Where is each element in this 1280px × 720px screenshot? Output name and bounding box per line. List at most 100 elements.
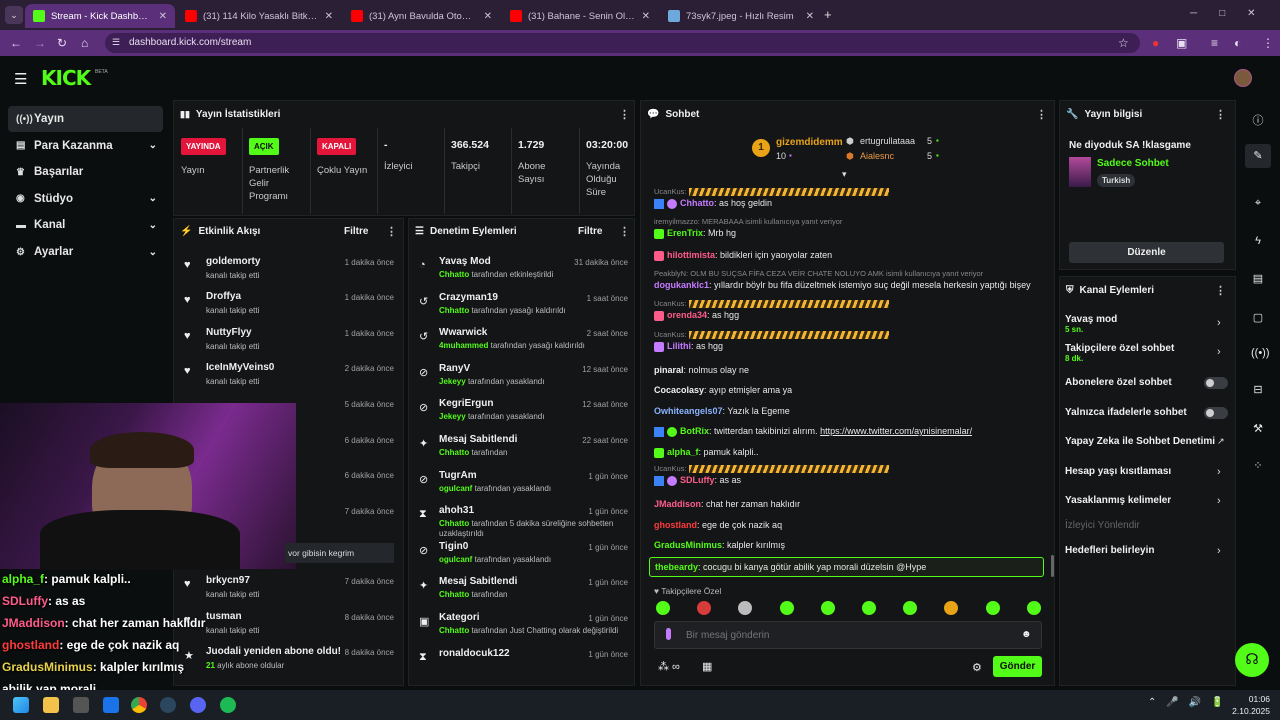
activity-user[interactable]: Juodali yeniden abone oldu! — [206, 646, 341, 657]
apps-icon[interactable]: ⁘ — [1251, 459, 1265, 473]
file-explorer-icon[interactable] — [43, 697, 59, 713]
tab-close-icon[interactable]: ✕ — [153, 11, 167, 22]
browser-tab[interactable]: 73syk7.jpeg - Hızlı Resim ✕ — [660, 4, 822, 28]
chat-username[interactable]: SDLuffy — [680, 475, 715, 485]
chat-message[interactable]: Cocacolasy: ayıp etmişler ama ya — [654, 385, 792, 395]
pinned-message[interactable]: thebeardy: cocugu bi kanya götür abilik … — [649, 557, 1044, 577]
third-gifter-name[interactable]: Aialesnc — [860, 151, 894, 161]
url-field[interactable]: dashboard.kick.com/stream — [105, 33, 1140, 53]
moderation-target[interactable]: Crazyman19 — [439, 292, 498, 303]
send-button[interactable]: Gönder — [993, 656, 1042, 677]
moderator-name[interactable]: Chhatto — [439, 270, 469, 279]
chat-username[interactable]: GradusMinimus — [654, 540, 722, 550]
tab-close-icon[interactable]: ✕ — [319, 11, 333, 22]
outlook-icon[interactable] — [103, 697, 119, 713]
moderator-name[interactable]: ogulcanf — [439, 484, 472, 493]
chat-message[interactable]: Owhiteangels07: Yazık la Egeme — [654, 406, 790, 416]
moderation-target[interactable]: RanyV — [439, 363, 470, 374]
browser-tab[interactable]: (31) Bahane - Senin Olasım Var✕ — [502, 4, 658, 28]
chevron-down-icon[interactable]: ⌄ — [149, 220, 157, 231]
steam-icon[interactable] — [160, 697, 176, 713]
collapse-leaderboard-icon[interactable]: ▾ — [842, 169, 847, 180]
nav-item[interactable]: ▤ Para Kazanma ⌄ — [8, 133, 163, 159]
chat-message[interactable]: pinaral: nolmus olay ne — [654, 365, 749, 375]
edit-tool-button[interactable]: ✎ — [1245, 144, 1271, 168]
toggle-switch[interactable] — [1204, 377, 1228, 389]
edit-stream-info-button[interactable]: Düzenle — [1069, 242, 1224, 263]
chat-scrollbar[interactable] — [1051, 555, 1054, 577]
second-gifter-name[interactable]: ertugrullataaa — [860, 136, 915, 146]
new-tab-button[interactable]: + — [824, 7, 832, 22]
chevron-right-icon[interactable]: › — [1217, 466, 1221, 478]
moderation-target[interactable]: Mesaj Sabitlendi — [439, 576, 517, 587]
moderation-target[interactable]: Yavaş Mod — [439, 256, 491, 267]
media-icon[interactable]: ≡ — [1211, 36, 1218, 50]
puzzle-icon[interactable]: ▣ — [1176, 36, 1187, 50]
mic-icon[interactable] — [666, 628, 671, 640]
menu-icon[interactable]: ⋮ — [1262, 36, 1274, 50]
nav-item[interactable]: ▬ Kanal ⌄ — [8, 212, 163, 238]
nav-item[interactable]: ♛ Başarılar — [8, 159, 163, 185]
tab-search-button[interactable]: ⌄ — [5, 6, 23, 24]
support-button[interactable]: ☊ — [1235, 643, 1269, 677]
moderation-target[interactable]: Mesaj Sabitlendi — [439, 434, 517, 445]
chat-username[interactable]: ghostland — [654, 520, 697, 530]
stream-info-menu-icon[interactable]: ⋮ — [1215, 108, 1226, 121]
back-icon[interactable]: ← — [10, 36, 22, 50]
hamburger-icon[interactable]: ☰ — [14, 70, 27, 88]
chat-username[interactable]: ErenTrix — [667, 228, 703, 238]
tools-icon[interactable]: ⚒ — [1251, 422, 1265, 436]
chevron-down-icon[interactable]: ⌄ — [149, 247, 157, 258]
target-icon[interactable]: ⌖ — [1251, 197, 1265, 211]
tab-close-icon[interactable]: ✕ — [800, 11, 814, 22]
chat-username[interactable]: Chhatto — [680, 198, 714, 208]
chat-username[interactable]: Owhiteangels07 — [654, 406, 723, 416]
emote-icon[interactable] — [862, 601, 876, 615]
chat-username[interactable]: dogukanklc1 — [654, 280, 709, 290]
kick-logo[interactable]: KICK — [41, 66, 91, 90]
nav-item[interactable]: ◉ Stüdyo ⌄ — [8, 186, 163, 212]
chat-message[interactable]: ghostland: ege de çok nazik aq — [654, 520, 782, 530]
moderation-filter-button[interactable]: Filtre — [578, 226, 602, 237]
chevron-right-icon[interactable]: › — [1217, 495, 1221, 507]
moderation-target[interactable]: TugrAm — [439, 470, 477, 481]
emote-icon[interactable] — [820, 601, 835, 615]
moderator-name[interactable]: Chhatto — [439, 626, 469, 635]
activity-user[interactable]: Droffya — [206, 291, 241, 302]
chevron-right-icon[interactable]: › — [1217, 545, 1221, 557]
chat-message[interactable]: ErenTrix: Mrb hg — [654, 228, 736, 239]
moderator-name[interactable]: Chhatto — [439, 306, 469, 315]
chat-message[interactable]: orenda34: as hgg — [654, 310, 739, 321]
reload-icon[interactable]: ↻ — [57, 36, 67, 50]
activity-filter-button[interactable]: Filtre — [344, 226, 368, 237]
forward-icon[interactable]: → — [34, 36, 46, 50]
layout-icon[interactable]: ⊟ — [1251, 383, 1265, 397]
channel-action[interactable]: Hedefleri belirleyin — [1065, 545, 1154, 556]
bookmark-star-icon[interactable]: ☆ — [1118, 36, 1129, 50]
moderation-target[interactable]: Tigin0 — [439, 541, 468, 552]
tab-close-icon[interactable]: ✕ — [636, 11, 650, 22]
chat-icon[interactable]: ▢ — [1251, 311, 1265, 325]
emote-icon[interactable] — [1026, 601, 1041, 615]
chat-username[interactable]: Lilithi — [667, 341, 691, 351]
moderation-menu-icon[interactable]: ⋮ — [619, 225, 630, 238]
chat-message[interactable]: Lilithi: as hgg — [654, 341, 723, 352]
chevron-down-icon[interactable]: ⌄ — [149, 140, 157, 151]
chevron-down-icon[interactable]: ⌄ — [149, 193, 157, 204]
app-icon[interactable] — [73, 697, 89, 713]
lightning-icon[interactable]: ϟ — [1251, 235, 1265, 249]
moderator-name[interactable]: ogulcanf — [439, 555, 472, 564]
moderation-target[interactable]: ronaldocuk122 — [439, 648, 510, 659]
chrome-icon[interactable] — [131, 697, 147, 713]
channel-actions-menu-icon[interactable]: ⋮ — [1215, 284, 1226, 297]
channel-action[interactable]: Yasaklanmış kelimeler — [1065, 495, 1171, 506]
channel-action[interactable]: Takipçilere özel sohbet 8 dk. — [1065, 343, 1174, 363]
tray-icons[interactable]: ⌃🎤🔊🔋 — [1148, 697, 1234, 708]
activity-user[interactable]: goldemorty — [206, 256, 260, 267]
emote-icon[interactable] — [779, 601, 794, 615]
chat-settings-cluster-icon[interactable]: ⁂ ∞ — [658, 660, 680, 673]
document-icon[interactable]: ▤ — [1251, 272, 1265, 286]
emote-icon[interactable] — [656, 601, 670, 615]
chat-username[interactable]: alpha_f — [667, 447, 699, 457]
external-link-icon[interactable]: ↗ — [1217, 436, 1225, 447]
